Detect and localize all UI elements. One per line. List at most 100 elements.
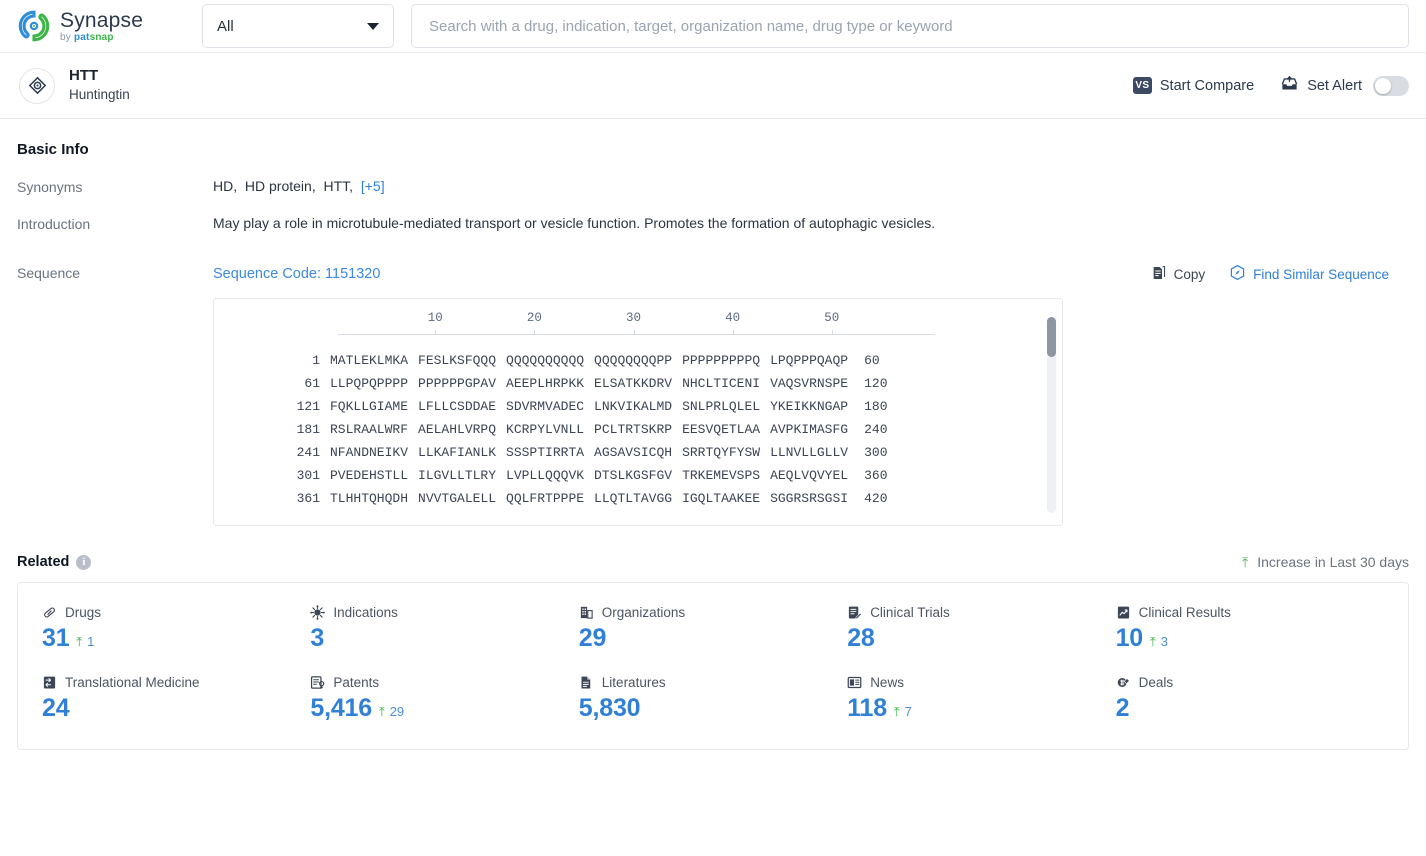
sequence-start-index: 1 (312, 353, 320, 368)
sequence-chunk: SGGRSRSGSI (770, 491, 849, 506)
patent-icon (310, 675, 325, 690)
synonyms-value: HD, HD protein, HTT, [+5] (213, 178, 385, 194)
sequence-chunk: LLNVLLGLLV (770, 445, 849, 460)
stat-value: 118 (847, 694, 887, 722)
sequence-start-index: 361 (296, 491, 320, 506)
find-similar-sequence-button[interactable]: Find Similar Sequence (1229, 264, 1389, 284)
related-section: Related i ⤒ Increase in Last 30 days Dru… (0, 554, 1426, 750)
basic-info-section: Basic Info Synonyms HD, HD protein, HTT,… (0, 141, 1426, 526)
sequence-chunk: QQLFRTPPPE (506, 491, 585, 506)
sequence-chunk: SDVRMVADEC (506, 399, 585, 414)
sequence-row: Sequence Sequence Code: 1151320 Copy Fin… (17, 264, 1409, 526)
stat-value-row: 5,416 ⤒ 29 (310, 694, 578, 723)
stat-value: 28 (847, 624, 875, 652)
set-alert-toggle[interactable] (1373, 75, 1409, 96)
stat-label-row: Deals (1116, 675, 1384, 690)
related-legend: ⤒ Increase in Last 30 days (1242, 554, 1409, 570)
sequence-row: 181 RSLRAALWRF AELAHLVRPQ KCRPYLVNLL PCLTRTS… (214, 418, 1062, 441)
sequence-chunk: PPPPPPPPPQ (682, 353, 761, 368)
sequence-chunk: MATLEKLMKA (330, 353, 409, 368)
stat-label-row: Clinical Results (1116, 605, 1384, 620)
literature-icon (579, 675, 594, 690)
stat-label-row: Patents (310, 675, 578, 690)
search-scope-select[interactable]: All (202, 4, 394, 48)
sequence-start-index: 121 (296, 399, 320, 414)
stat-label-row: Literatures (579, 675, 847, 690)
arrow-up-icon: ⤒ (378, 704, 385, 719)
stat-value: 2 (1115, 694, 1130, 722)
copy-sequence-button[interactable]: Copy (1151, 265, 1205, 284)
search-input[interactable] (429, 17, 1391, 35)
sequence-scrollbar-thumb[interactable] (1047, 317, 1056, 357)
trial-icon (847, 605, 862, 620)
sequence-label: Sequence (17, 265, 81, 281)
stat-delta: ⤒ 7 (894, 704, 912, 720)
stat-label: Translational Medicine (65, 675, 200, 690)
synonyms-more-link[interactable]: [+5] (361, 178, 385, 194)
stat-item-drugs[interactable]: Drugs 31 ⤒ 1 (42, 605, 310, 653)
set-alert-label: Set Alert (1307, 77, 1362, 94)
synonym-item: HD protein (244, 178, 312, 194)
related-title: Related (17, 554, 70, 570)
hexagon-compass-icon (1229, 264, 1246, 284)
brand-logo[interactable]: Synapse by patsnap (17, 9, 187, 43)
entity-subtitle: Huntingtin (69, 87, 130, 103)
arrow-up-icon: ⤒ (1242, 554, 1249, 570)
stat-item-deals[interactable]: Deals 2 (1116, 675, 1384, 723)
stat-item-translational-medicine[interactable]: Translational Medicine 24 (42, 675, 310, 723)
related-legend-label: Increase in Last 30 days (1257, 554, 1409, 570)
stat-item-indications[interactable]: Indications 3 (310, 605, 578, 653)
sequence-panel[interactable]: 10 20 30 40 50 1 MATLEKLMKA FESLKSFQQQ QQQQ… (213, 298, 1063, 526)
ruler-tick: 50 (824, 311, 840, 325)
start-compare-label: Start Compare (1159, 77, 1255, 94)
sequence-scrollbar[interactable] (1047, 317, 1056, 513)
sequence-code-link[interactable]: Sequence Code: 1151320 (213, 266, 380, 282)
stat-value: 31 (42, 624, 70, 652)
sequence-chunk: IGQLTAAKEE (682, 491, 761, 506)
stat-delta-value: 1 (87, 634, 95, 649)
stat-label: Deals (1138, 675, 1174, 690)
sequence-chunk: LFLLCSDDAE (418, 399, 497, 414)
stat-item-organizations[interactable]: Organizations 29 (579, 605, 847, 653)
stat-delta: ⤒ 29 (379, 704, 404, 720)
news-icon (847, 675, 862, 690)
sequence-chunk: AGSAVSICQH (594, 445, 673, 460)
stat-item-news[interactable]: News 118 ⤒ 7 (847, 675, 1115, 723)
stat-item-patents[interactable]: Patents 5,416 ⤒ 29 (310, 675, 578, 723)
sequence-row: 301 PVEDEHSTLL ILGVLLTLRY LVPLLQQQVK DTSLKGS… (214, 464, 1062, 487)
synonyms-label: Synonyms (17, 179, 83, 195)
results-icon (1116, 605, 1131, 620)
sequence-chunk: FESLKSFQQQ (418, 353, 497, 368)
stat-item-literatures[interactable]: Literatures 5,830 (579, 675, 847, 723)
stat-delta: ⤒ 3 (1150, 634, 1168, 650)
stat-label-row: Translational Medicine (42, 675, 310, 690)
brand-tagline: by patsnap (60, 31, 114, 43)
sequence-chunk: LLQTLTAVGG (594, 491, 673, 506)
arrow-up-icon: ⤒ (893, 704, 900, 719)
pill-icon (42, 605, 57, 620)
set-alert-control[interactable]: Set Alert (1280, 74, 1409, 97)
stat-label: Literatures (601, 675, 666, 690)
sequence-chunk: ELSATKKDRV (594, 376, 673, 391)
sequence-chunk: TLHHTQHQDH (330, 491, 409, 506)
top-search-bar: Synapse by patsnap All (0, 0, 1426, 53)
arrow-up-icon: ⤒ (76, 634, 83, 649)
start-compare-button[interactable]: VS Start Compare (1132, 77, 1255, 94)
copy-icon (1151, 265, 1167, 284)
info-icon[interactable]: i (76, 554, 92, 570)
stat-value-row: 2 (1116, 694, 1384, 723)
sequence-start-index: 61 (304, 376, 320, 391)
stat-label-row: Drugs (42, 605, 310, 620)
ruler-tick: 40 (725, 311, 741, 325)
sequence-start-index: 301 (296, 468, 320, 483)
stat-item-clinical-trials[interactable]: Clinical Trials 28 (847, 605, 1115, 653)
basic-info-title: Basic Info (17, 141, 89, 158)
introduction-text: May play a role in microtubule-mediated … (213, 215, 936, 231)
search-input-wrapper[interactable] (411, 4, 1409, 48)
stat-value-row: 29 (579, 624, 847, 653)
synonym-item: HTT (323, 178, 350, 194)
ruler-tick: 10 (427, 311, 443, 325)
brand-name: Synapse (60, 8, 144, 32)
vs-icon: VS (1132, 77, 1152, 94)
stat-item-clinical-results[interactable]: Clinical Results 10 ⤒ 3 (1116, 605, 1384, 653)
